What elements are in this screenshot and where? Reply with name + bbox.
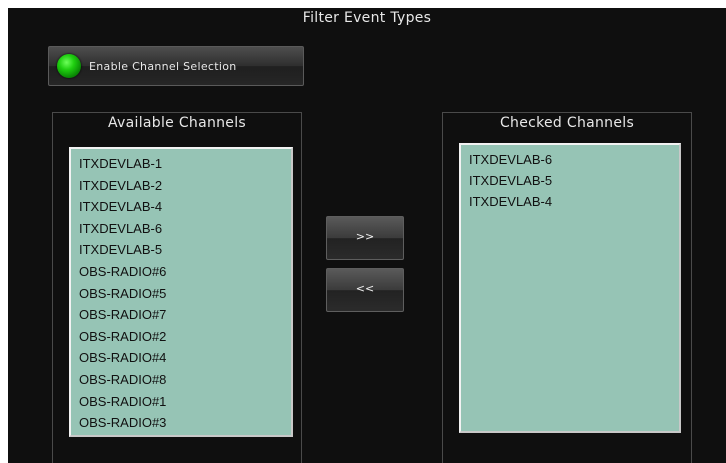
list-item[interactable]: OBS-RADIO#7 (71, 304, 291, 326)
remove-channel-button[interactable]: << (326, 268, 404, 312)
available-channels-title: Available Channels (108, 115, 246, 131)
list-item[interactable]: ITXDEVLAB-4 (71, 196, 291, 218)
list-item[interactable]: ITXDEVLAB-2 (71, 175, 291, 197)
list-item[interactable]: OBS-RADIO#1 (71, 391, 291, 413)
checked-channels-list[interactable]: ITXDEVLAB-6 ITXDEVLAB-5 ITXDEVLAB-4 (459, 143, 681, 433)
list-item[interactable]: ITXDEVLAB-6 (71, 218, 291, 240)
list-item[interactable]: OBS-RADIO#2 (71, 326, 291, 348)
list-item[interactable]: ITXDEVLAB-5 (461, 170, 679, 191)
green-led-icon (57, 54, 81, 78)
available-channels-group: Available Channels ITXDEVLAB-1 ITXDEVLAB… (52, 112, 302, 463)
list-item[interactable]: OBS-RADIO#6 (71, 261, 291, 283)
checked-channels-title: Checked Channels (499, 115, 635, 131)
enable-channel-selection-button[interactable]: Enable Channel Selection (48, 46, 304, 86)
checked-channels-group: Checked Channels ITXDEVLAB-6 ITXDEVLAB-5… (442, 112, 692, 463)
list-item[interactable]: OBS-RADIO#8 (71, 369, 291, 391)
list-item[interactable]: ITXDEVLAB-4 (461, 191, 679, 212)
list-item[interactable]: ITXDEVLAB-1 (71, 153, 291, 175)
filter-event-types-dialog: Filter Event Types Enable Channel Select… (8, 8, 726, 463)
list-item[interactable]: OBS-RADIO#5 (71, 283, 291, 305)
list-item[interactable]: ITXDEVLAB-6 (461, 149, 679, 170)
available-channels-list[interactable]: ITXDEVLAB-1 ITXDEVLAB-2 ITXDEVLAB-4 ITXD… (69, 147, 293, 437)
add-channel-button[interactable]: >> (326, 216, 404, 260)
list-item[interactable]: OBS-RADIO#3 (71, 412, 291, 434)
enable-channel-selection-label: Enable Channel Selection (89, 59, 237, 73)
list-item[interactable]: OBS-RADIO#4 (71, 347, 291, 369)
dialog-title: Filter Event Types (302, 10, 432, 26)
list-item[interactable]: ITXDEVLAB-5 (71, 239, 291, 261)
